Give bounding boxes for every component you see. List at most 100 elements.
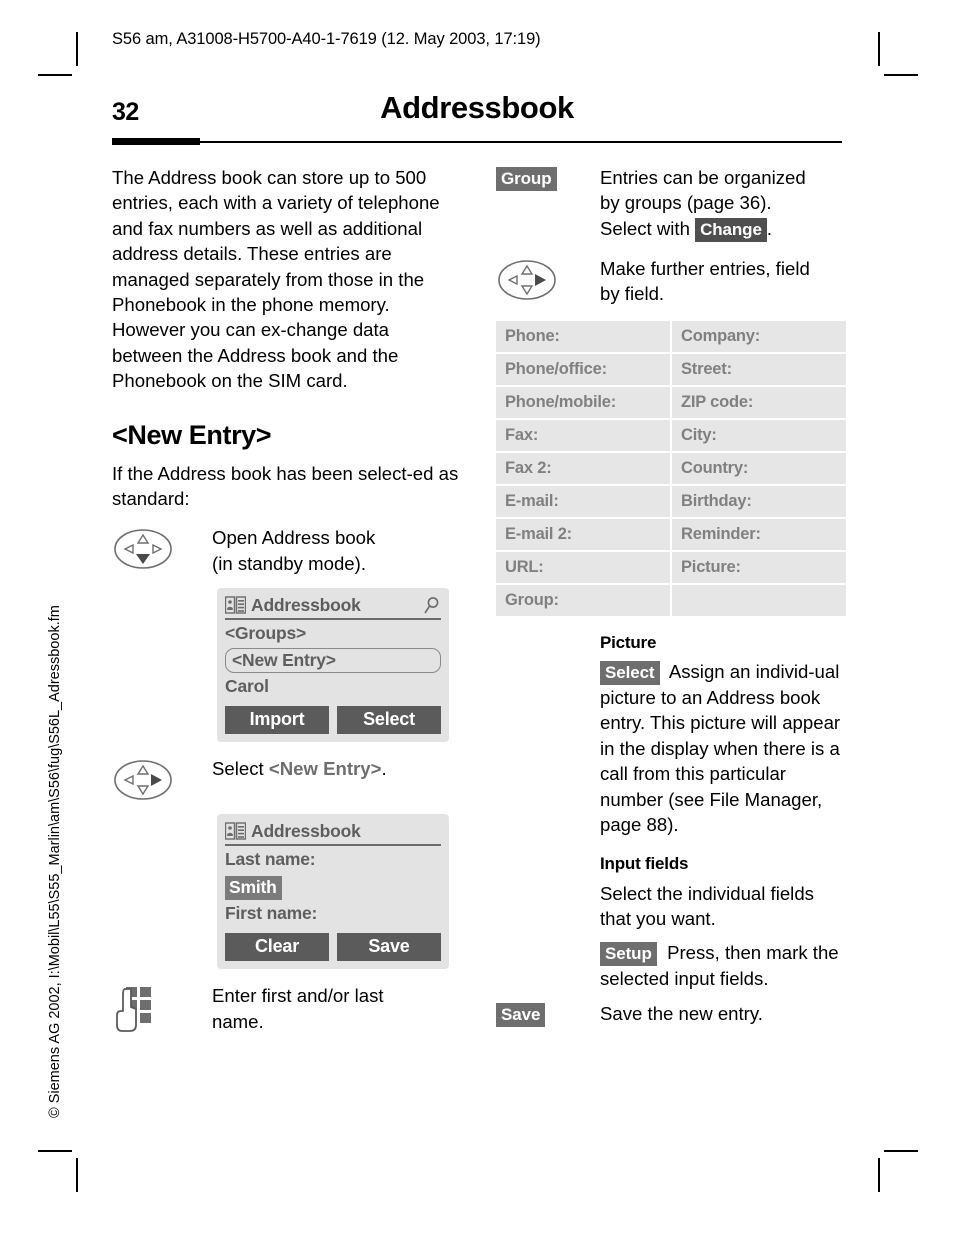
magnifier-icon	[424, 597, 439, 614]
left-column: The Address book can store up to 500 ent…	[112, 165, 460, 1035]
softkey-chip-save[interactable]: Save	[496, 1003, 546, 1028]
input-fields-text: Select the individual fields that you wa…	[600, 882, 814, 930]
input-fields-description-row: Select the individual fields that you wa…	[496, 881, 846, 932]
phone-softkey-clear[interactable]: Clear	[225, 933, 329, 962]
phone-list-item-groups[interactable]: <Groups>	[225, 623, 441, 644]
section-heading-new-entry: <New Entry>	[112, 419, 272, 450]
field-cell-fax[interactable]: Fax:	[496, 419, 670, 451]
picture-chip-gutter	[496, 659, 600, 661]
crop-mark-bottom-right-vertical	[878, 1158, 880, 1192]
crop-mark-top-left-vertical	[76, 32, 78, 66]
keypad-gutter	[112, 983, 212, 1035]
field-cell-reminder[interactable]: Reminder:	[672, 518, 846, 550]
header-rule-thick	[112, 138, 200, 145]
field-cell-phone-mobile[interactable]: Phone/mobile:	[496, 386, 670, 418]
field-cell-birthday[interactable]: Birthday:	[672, 485, 846, 517]
page-title: Addressbook	[380, 90, 574, 125]
field-cell-fax-2[interactable]: Fax 2:	[496, 452, 670, 484]
step-enter-line2: name.	[212, 1010, 264, 1032]
picture-description-text: Select Assign an individ-ual picture to …	[600, 659, 846, 837]
softkey-chip-group[interactable]: Group	[496, 167, 557, 191]
running-head: S56 am, A31008-H5700-A40-1-7619 (12. May…	[112, 30, 541, 48]
crop-mark-bottom-left-horizontal	[38, 1150, 72, 1152]
step-open-line2: (in standby mode).	[212, 552, 366, 574]
crop-mark-top-right-horizontal	[884, 74, 918, 76]
input-fields-heading-wrap: Input fields	[600, 851, 846, 878]
keypad-entry-icon	[116, 987, 151, 1033]
field-cell-email-2[interactable]: E-mail 2:	[496, 518, 670, 550]
field-cell-company[interactable]: Company:	[672, 320, 846, 352]
setup-row: Setup Press, then mark the selected inpu…	[496, 940, 846, 991]
picture-description-body: Assign an individ-ual picture to an Addr…	[600, 661, 841, 836]
setup-text-wrap: Setup Press, then mark the selected inpu…	[600, 940, 846, 991]
crop-mark-bottom-right-horizontal	[884, 1150, 918, 1152]
crop-mark-top-right-vertical	[878, 32, 880, 66]
phone-softkey-import[interactable]: Import	[225, 706, 329, 735]
phone-title-group-1: Addressbook	[225, 595, 361, 616]
softkey-chip-select[interactable]: Select	[600, 661, 660, 686]
field-cell-email[interactable]: E-mail:	[496, 485, 670, 517]
input-fields-heading-row: Input fields	[496, 851, 846, 878]
picture-description-row: Select Assign an individ-ual picture to …	[496, 659, 846, 837]
step-select-new-entry-text: Select <New Entry>.	[212, 756, 460, 781]
field-cell-phone-office[interactable]: Phone/office:	[496, 353, 670, 385]
phone-titlebar-1: Addressbook	[225, 595, 441, 621]
softkey-chip-change[interactable]: Change	[695, 217, 767, 242]
step-select-suffix: .	[381, 758, 387, 780]
step-enter-line1: Enter first and/or last	[212, 985, 384, 1007]
phone-title-group-2: Addressbook	[225, 821, 361, 842]
addressbook-icon	[225, 596, 246, 614]
phone-softkey-select[interactable]: Select	[337, 706, 441, 735]
phone-title-2: Addressbook	[251, 821, 361, 842]
phone-display-addressbook-list: Addressbook <Groups> <New Entry> Carol I…	[217, 588, 449, 743]
phone-softkey-save[interactable]: Save	[337, 933, 441, 962]
nav-key-down-icon	[114, 529, 172, 570]
group-text-line3-prefix: Select with	[600, 217, 696, 239]
field-cell-url[interactable]: URL:	[496, 551, 670, 583]
phone-field-value-last-name[interactable]: Smith	[225, 876, 282, 901]
step-open-line1: Open Address book	[212, 527, 376, 549]
addressbook-icon	[225, 822, 246, 840]
field-cell-street[interactable]: Street:	[672, 353, 846, 385]
save-row: Save Save the new entry.	[496, 1001, 846, 1028]
step-enter-name-text: Enter first and/or last name.	[212, 983, 460, 1034]
field-cell-zip-code[interactable]: ZIP code:	[672, 386, 846, 418]
field-cell-blank	[672, 584, 846, 616]
field-cell-group[interactable]: Group:	[496, 584, 670, 616]
group-text-line1: Entries can be organized	[600, 167, 806, 188]
setup-chip-gutter	[496, 940, 600, 942]
group-text-line3-suffix: .	[766, 217, 772, 239]
group-entry-row: Group Entries can be organized by groups…	[496, 165, 846, 242]
address-field-table: Phone: Company: Phone/office: Street: Ph…	[496, 320, 846, 616]
field-cell-phone[interactable]: Phone:	[496, 320, 670, 352]
right-column: Group Entries can be organized by groups…	[496, 165, 846, 1028]
phone-list-item-new-entry-selected[interactable]: <New Entry>	[225, 648, 441, 674]
subheading-picture: Picture	[600, 632, 657, 652]
picture-heading-row: Picture	[496, 630, 846, 657]
phone-title-1: Addressbook	[251, 595, 361, 616]
further-entries-line1: Make further entries, field	[600, 257, 810, 279]
phone-field-label-last-name: Last name:	[225, 849, 316, 870]
step-open-addressbook-text: Open Address book (in standby mode).	[212, 525, 460, 576]
step-select-bold: <New Entry>	[268, 758, 382, 780]
copyright-path-note: © Siemens AG 2002, I:\Mobil\L55\S55_Marl…	[47, 605, 63, 1118]
group-entry-text: Entries can be organized by groups (page…	[600, 165, 846, 242]
phone-softkeys-2: Clear Save	[225, 933, 441, 962]
crop-mark-bottom-left-vertical	[76, 1158, 78, 1192]
further-entries-line2: by field.	[600, 283, 665, 305]
field-cell-country[interactable]: Country:	[672, 452, 846, 484]
step-open-addressbook: Open Address book (in standby mode).	[112, 525, 460, 576]
group-text-line2: by groups (page 36).	[600, 192, 772, 214]
field-cell-city[interactable]: City:	[672, 419, 846, 451]
further-entries-row: Make further entries, field by field.	[496, 256, 846, 307]
phone-list-item-carol[interactable]: Carol	[225, 676, 441, 697]
softkey-chip-setup[interactable]: Setup	[600, 941, 657, 966]
phone-softkeys-1: Import Select	[225, 706, 441, 735]
step-enter-name: Enter first and/or last name.	[112, 983, 460, 1035]
step-select-new-entry: Select <New Entry>.	[112, 756, 460, 802]
subheading-input-fields: Input fields	[600, 854, 689, 874]
field-cell-picture[interactable]: Picture:	[672, 551, 846, 583]
navkey-down-gutter	[112, 525, 212, 571]
crop-mark-top-left-horizontal	[38, 74, 72, 76]
phone-titlebar-2: Addressbook	[225, 821, 441, 847]
